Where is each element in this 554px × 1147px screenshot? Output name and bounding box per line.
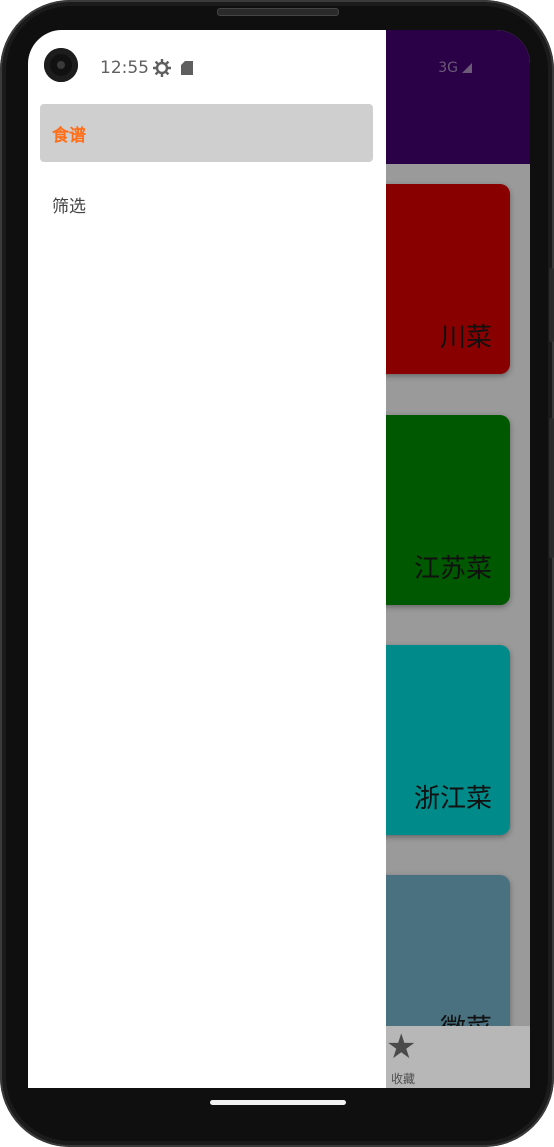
star-icon[interactable]: ★	[386, 1028, 416, 1066]
cuisine-card-label: 浙江菜	[413, 784, 492, 814]
front-camera	[44, 48, 78, 82]
phone-frame: 3G 川菜 江苏菜 浙江菜 徽菜 ★ 收藏 12:55	[0, 0, 554, 1147]
drawer-item-recipes[interactable]: 食谱	[40, 104, 373, 162]
cuisine-card-label: 江苏菜	[413, 554, 492, 584]
screen: 3G 川菜 江苏菜 浙江菜 徽菜 ★ 收藏 12:55	[28, 30, 530, 1088]
cuisine-card-label: 川菜	[439, 323, 492, 353]
settings-sd-icons	[153, 59, 193, 77]
home-gesture-bar[interactable]	[210, 1100, 346, 1105]
favorite-tab-label[interactable]: 收藏	[391, 1070, 415, 1087]
status-icons	[152, 58, 198, 83]
drawer-item-label: 食谱	[52, 125, 86, 146]
earpiece-speaker	[217, 8, 339, 16]
status-time: 12:55	[100, 58, 149, 78]
drawer-item-label: 筛选	[52, 196, 86, 217]
power-button	[549, 418, 554, 558]
signal-icon	[462, 63, 472, 73]
volume-button	[549, 268, 554, 342]
drawer-item-filter[interactable]: 筛选	[40, 175, 373, 233]
network-type: 3G	[438, 60, 458, 76]
network-indicator: 3G	[438, 60, 472, 76]
navigation-drawer: 12:55 食谱 筛选	[28, 30, 386, 1088]
